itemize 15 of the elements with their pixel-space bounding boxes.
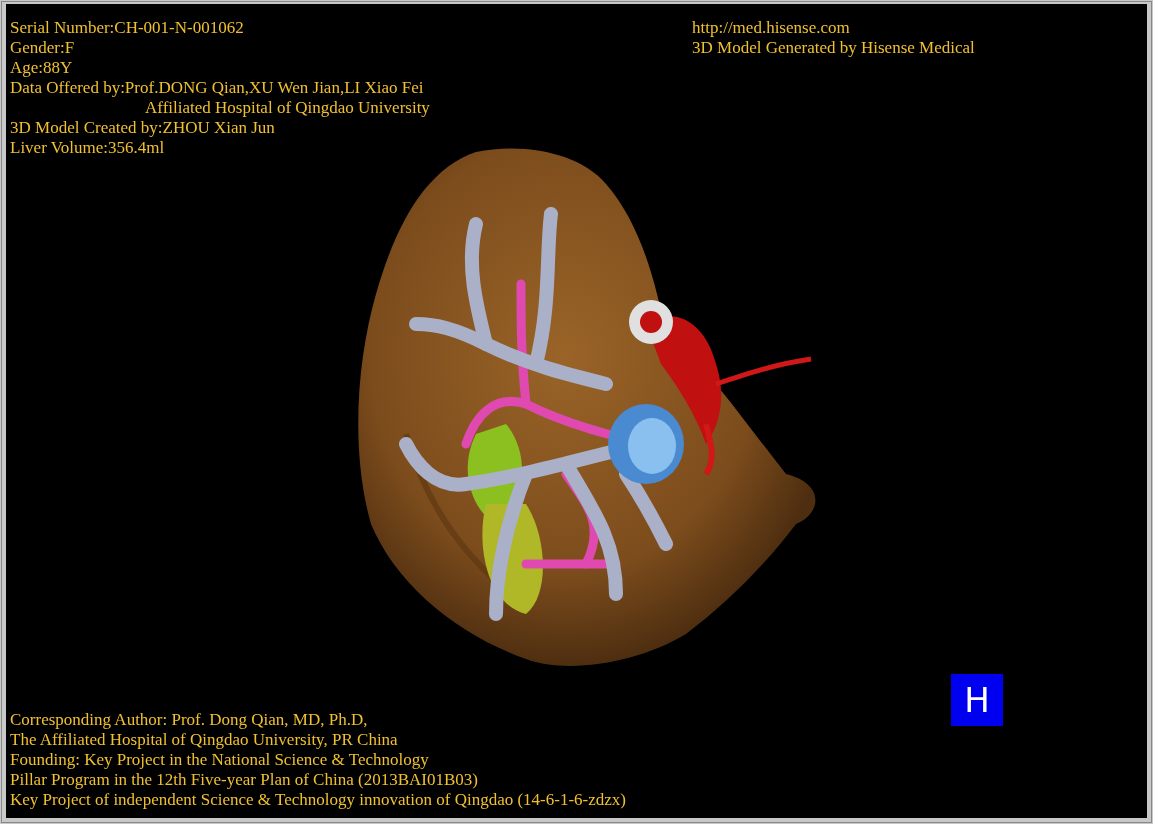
info-text: Gender:F: [10, 38, 76, 58]
info-text: Liver Volume:356.4ml: [10, 138, 166, 158]
credit-text: The Affiliated Hospital of Qingdao University, PR China: [10, 730, 399, 750]
info-text: Data Offered by:Prof.DONG Qian,XU Wen Jian,LI Xiao Fei: [10, 78, 425, 98]
info-text: 3D Model Generated by Hisense Medical: [692, 38, 976, 58]
credit-text: Corresponding Author: Prof. Dong Qian, MD, Ph.D,: [10, 710, 369, 730]
info-text: Serial Number:CH-001-N-001062: [10, 18, 245, 38]
credit-text: Key Project of independent Science & Technology innovation of Qingdao (14-6-1-6-zdzx): [10, 790, 626, 810]
info-text: 3D Model Created by:ZHOU Xian Jun: [10, 118, 276, 138]
credit-text: Pillar Program in the 12th Five-year Plan of China (2013BAI01B03): [10, 770, 479, 790]
info-text: Age:88Y: [10, 58, 74, 78]
view-button[interactable]: H: [951, 674, 1003, 726]
credit-text: Founding: Key Project in the National Science & Technology: [10, 750, 430, 770]
info-text: http://med.hisense.com: [692, 18, 851, 38]
info-text: Affiliated Hospital of Qingdao University: [144, 98, 430, 118]
